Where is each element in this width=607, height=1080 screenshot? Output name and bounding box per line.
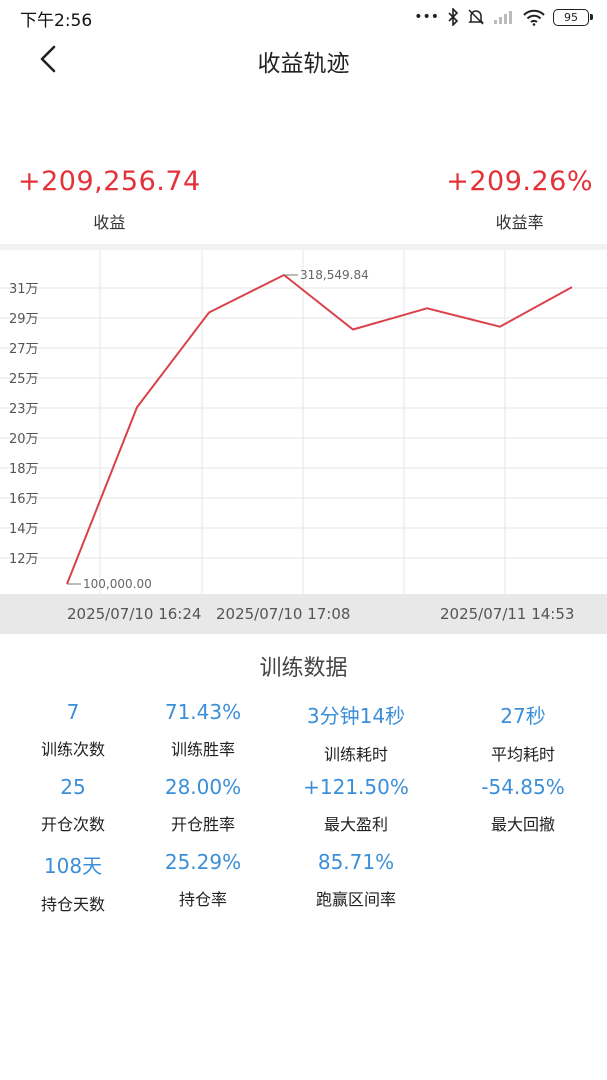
profit-summary: +209,256.74 收益 <box>18 166 201 233</box>
stat-value: 28.00% <box>164 775 242 799</box>
time-axis: 2025/07/10 16:24 2025/07/10 17:08 2025/0… <box>0 594 607 634</box>
profit-value: +209,256.74 <box>18 166 201 197</box>
stat-label: 最大盈利 <box>323 815 388 834</box>
stat-item: -54.85% 最大回撤 <box>453 775 593 835</box>
stat-item: +121.50% 最大盈利 <box>286 775 426 835</box>
stat-item: 27秒平均耗时 <box>453 700 593 765</box>
stat-value: -54.85% <box>481 775 565 799</box>
y-tick-label: 29万 <box>9 312 39 327</box>
stat-item: 85.71% 跑赢区间率 <box>286 850 426 910</box>
y-tick-label: 20万 <box>9 432 39 447</box>
y-tick-label: 14万 <box>9 522 39 537</box>
stat-value: 71.43% <box>164 700 242 724</box>
y-tick-label: 18万 <box>9 462 39 477</box>
stat-label: 训练耗时 <box>323 745 388 764</box>
series-line <box>66 273 573 585</box>
profit-chart[interactable]: 12万 14万 16万 18万 20万 23万 25万 27万 29万 31万 318,549.84… <box>0 250 607 594</box>
stat-item: 3分钟14秒训练耗时 <box>286 700 426 765</box>
back-button[interactable] <box>30 38 70 78</box>
stat-item: 71.43% 训练胜率 <box>133 700 273 760</box>
y-tick-label: 12万 <box>9 552 39 567</box>
time-label-end: 2025/07/11 14:53 <box>440 605 575 623</box>
rate-value: +209.26% <box>446 166 593 197</box>
status-icons: ••• 95 <box>414 6 593 28</box>
chevron-left-icon <box>40 45 56 73</box>
battery-icon: 95 <box>553 8 593 26</box>
y-tick-label: 31万 <box>9 282 39 297</box>
signal-icon <box>494 11 512 24</box>
rate-label: 收益率 <box>495 213 544 232</box>
y-tick-label: 23万 <box>9 402 39 417</box>
stat-label: 最大回撤 <box>490 815 555 834</box>
stat-value: 3分钟14秒 <box>306 704 406 728</box>
stat-value: 108天 <box>43 854 103 878</box>
training-title: 训练数据 <box>259 656 348 681</box>
stat-value: 85.71% <box>317 850 395 874</box>
stat-label: 跑赢区间率 <box>315 890 396 909</box>
y-tick-label: 27万 <box>9 342 39 357</box>
y-tick-label: 25万 <box>9 372 39 387</box>
stat-value: 7 <box>66 700 80 724</box>
time-label-mid: 2025/07/10 17:08 <box>216 605 351 623</box>
stat-label: 训练胜率 <box>170 740 235 759</box>
stat-value: 27秒 <box>500 704 546 728</box>
status-bar: 下午2:56 ••• 95 <box>0 0 607 34</box>
stat-value: 25.29% <box>164 850 242 874</box>
battery-level: 95 <box>564 10 578 24</box>
status-time: 下午2:56 <box>20 11 93 31</box>
time-label-start: 2025/07/10 16:24 <box>67 605 202 623</box>
rate-summary: +209.26% 收益率 <box>446 166 593 233</box>
stat-item: 28.00% 开仓胜率 <box>133 775 273 835</box>
chart-svg: 12万 14万 16万 18万 20万 23万 25万 27万 29万 31万 318,549.84… <box>0 250 607 594</box>
stat-label: 训练次数 <box>40 740 105 759</box>
max-annotation: 318,549.84 <box>300 268 369 282</box>
more-dots-icon: ••• <box>414 9 439 25</box>
stat-value: +121.50% <box>303 775 409 799</box>
stat-item: 25 开仓次数 <box>3 775 143 835</box>
stat-label: 持仓天数 <box>40 895 105 914</box>
page-title: 收益轨迹 <box>257 51 350 77</box>
wifi-icon <box>523 9 545 26</box>
stat-label: 开仓次数 <box>40 815 105 834</box>
profit-label: 收益 <box>93 213 126 232</box>
stat-item: 25.29% 持仓率 <box>133 850 273 910</box>
stat-item: 7 训练次数 <box>3 700 143 760</box>
mute-bell-icon <box>468 9 484 25</box>
stat-label: 平均耗时 <box>490 745 555 764</box>
nav-bar: 收益轨迹 <box>0 34 607 84</box>
min-annotation: 100,000.00 <box>83 577 152 591</box>
y-tick-label: 16万 <box>9 492 39 507</box>
stat-item: 108天持仓天数 <box>3 850 143 915</box>
stat-label: 持仓率 <box>178 890 227 909</box>
stat-value: 25 <box>60 775 86 799</box>
stat-label: 开仓胜率 <box>170 815 235 834</box>
bluetooth-icon <box>448 8 459 26</box>
